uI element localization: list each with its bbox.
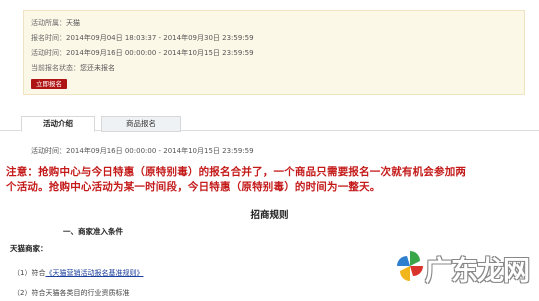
rules-title: 招商规则 xyxy=(250,210,289,221)
merchant-heading: 天猫商家： xyxy=(10,244,48,253)
activity-time-text: 活动时间：2014年09月16日 00:00:00 - 2014年10月15日 … xyxy=(31,147,254,155)
signup-time-label: 报名时间： xyxy=(31,34,66,42)
watermark-text: 广东龙网 xyxy=(425,256,530,287)
rule-item-2: （2）符合天猫各类目的行业资质标准 xyxy=(13,289,130,297)
section-heading: 一、商家准入条件 xyxy=(63,227,123,236)
tab-product-signup[interactable]: 商品报名 xyxy=(101,116,181,132)
rule-item-1: （1）符合《天猫营销活动报名基准规则》 xyxy=(13,268,143,278)
watermark-logo: 广东龙网 xyxy=(395,247,535,287)
owner-label: 活动所属： xyxy=(31,19,66,27)
owner-value: 天猫 xyxy=(66,19,80,27)
rule-item-1-prefix: （1）符合 xyxy=(13,269,46,277)
status-value: 您还未报名 xyxy=(80,64,115,72)
activity-time-label: 活动时间： xyxy=(31,49,66,57)
tab-activity-intro[interactable]: 活动介绍 xyxy=(21,116,95,132)
owner-row: 活动所属：天猫 xyxy=(31,18,80,28)
rules-link[interactable]: 《天猫营销活动报名基准规则》 xyxy=(45,269,143,277)
signup-time-value: 2014年09月04日 18:03:37 - 2014年09月30日 23:59… xyxy=(66,34,254,42)
notice-line-2: 个活动。抢购中心活动为某一时间段，今日特惠（原特别毒）的时间为一整天。 xyxy=(6,181,381,193)
activity-time-value: 2014年09月16日 00:00:00 - 2014年10月15日 23:59… xyxy=(66,49,254,57)
activity-info-panel: 活动所属：天猫 报名时间：2014年09月04日 18:03:37 - 2014… xyxy=(23,10,525,95)
pinwheel-icon xyxy=(397,251,423,281)
status-label: 当前报名状态： xyxy=(31,64,80,72)
activity-time-row: 活动时间：2014年09月16日 00:00:00 - 2014年10月15日 … xyxy=(31,48,254,58)
signup-time-row: 报名时间：2014年09月04日 18:03:37 - 2014年09月30日 … xyxy=(31,33,254,43)
notice-text: 注意：抢购中心与今日特惠（原特别毒）的报名合并了，一个商品只需要报名一次就有机会… xyxy=(6,165,521,195)
notice-line-1: 注意：抢购中心与今日特惠（原特别毒）的报名合并了，一个商品只需要报名一次就有机会… xyxy=(6,166,467,178)
apply-now-button[interactable]: 立即报名 xyxy=(31,79,67,89)
status-row: 当前报名状态：您还未报名 xyxy=(31,63,115,73)
